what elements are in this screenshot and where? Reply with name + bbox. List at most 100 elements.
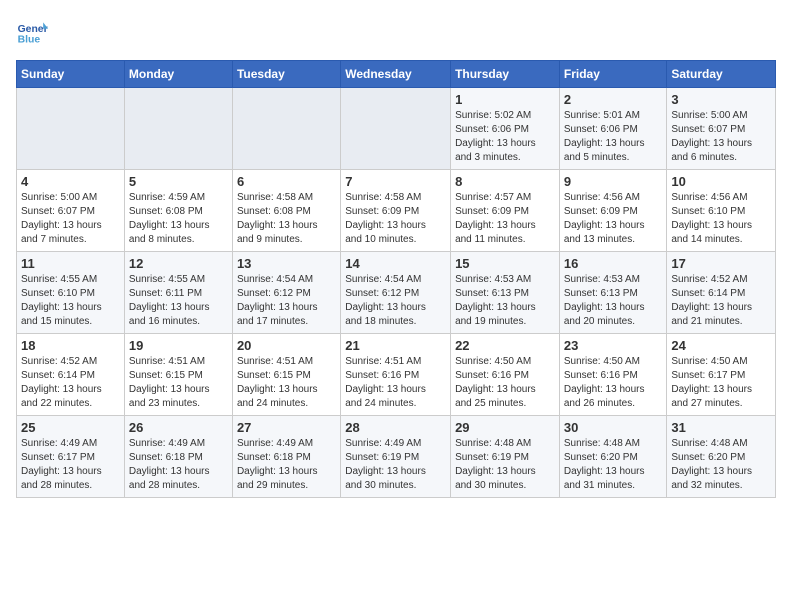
day-info: Sunrise: 5:00 AM Sunset: 6:07 PM Dayligh…: [671, 109, 771, 165]
day-cell: 31Sunrise: 4:48 AM Sunset: 6:20 PM Dayli…: [667, 416, 776, 498]
day-info: Sunrise: 5:00 AM Sunset: 6:07 PM Dayligh…: [21, 191, 120, 247]
day-cell: 10 Sunrise: 4:56 AM Sunset: 6:10 PM Dayli…: [667, 170, 776, 252]
day-info: Sunrise: 4:51 AM Sunset: 6:15 PM Dayligh…: [237, 355, 336, 411]
day-info: Sunrise: 4:56 AM Sunset: 6:09 PM Dayligh…: [564, 191, 663, 247]
day-cell: 24Sunrise: 4:50 AM Sunset: 6:17 PM Dayli…: [667, 334, 776, 416]
weekday-header-friday: Friday: [559, 61, 667, 88]
day-cell: [232, 88, 340, 170]
day-number: 6: [237, 174, 336, 189]
weekday-header-sunday: Sunday: [17, 61, 125, 88]
week-row-5: 25Sunrise: 4:49 AM Sunset: 6:17 PM Dayli…: [17, 416, 776, 498]
day-cell: 27 Sunrise: 4:49 AM Sunset: 6:18 PM Dayli…: [232, 416, 340, 498]
week-row-1: 1 Sunrise: 5:02 AM Sunset: 6:06 PM Daylig…: [17, 88, 776, 170]
day-cell: 21Sunrise: 4:51 AM Sunset: 6:16 PM Dayli…: [341, 334, 451, 416]
weekday-header-monday: Monday: [124, 61, 232, 88]
day-info: Sunrise: 4:49 AM Sunset: 6:18 PM Dayligh…: [129, 437, 228, 493]
day-cell: 14Sunrise: 4:54 AM Sunset: 6:12 PM Dayli…: [341, 252, 451, 334]
day-number: 8: [455, 174, 555, 189]
day-info: Sunrise: 4:53 AM Sunset: 6:13 PM Dayligh…: [455, 273, 555, 329]
day-number: 28: [345, 420, 446, 435]
day-info: Sunrise: 4:51 AM Sunset: 6:15 PM Dayligh…: [129, 355, 228, 411]
day-info: Sunrise: 4:55 AM Sunset: 6:10 PM Dayligh…: [21, 273, 120, 329]
day-cell: 23 Sunrise: 4:50 AM Sunset: 6:16 PM Dayli…: [559, 334, 667, 416]
day-cell: 8 Sunrise: 4:57 AM Sunset: 6:09 PM Daylig…: [451, 170, 560, 252]
day-number: 17: [671, 256, 771, 271]
day-info: Sunrise: 4:55 AM Sunset: 6:11 PM Dayligh…: [129, 273, 228, 329]
day-number: 15: [455, 256, 555, 271]
day-number: 5: [129, 174, 228, 189]
day-cell: 4 Sunrise: 5:00 AM Sunset: 6:07 PM Daylig…: [17, 170, 125, 252]
day-number: 3: [671, 92, 771, 107]
day-info: Sunrise: 4:48 AM Sunset: 6:20 PM Dayligh…: [564, 437, 663, 493]
day-info: Sunrise: 4:58 AM Sunset: 6:09 PM Dayligh…: [345, 191, 446, 247]
day-number: 21: [345, 338, 446, 353]
day-cell: 26Sunrise: 4:49 AM Sunset: 6:18 PM Dayli…: [124, 416, 232, 498]
day-cell: 3 Sunrise: 5:00 AM Sunset: 6:07 PM Daylig…: [667, 88, 776, 170]
day-cell: [341, 88, 451, 170]
day-number: 4: [21, 174, 120, 189]
day-cell: 12Sunrise: 4:55 AM Sunset: 6:11 PM Dayli…: [124, 252, 232, 334]
calendar-table: SundayMondayTuesdayWednesdayThursdayFrid…: [16, 60, 776, 498]
day-cell: 6 Sunrise: 4:58 AM Sunset: 6:08 PM Daylig…: [232, 170, 340, 252]
day-info: Sunrise: 5:02 AM Sunset: 6:06 PM Dayligh…: [455, 109, 555, 165]
logo-icon: General Blue: [16, 16, 48, 48]
day-number: 23: [564, 338, 663, 353]
day-number: 1: [455, 92, 555, 107]
day-cell: 25Sunrise: 4:49 AM Sunset: 6:17 PM Dayli…: [17, 416, 125, 498]
day-info: Sunrise: 4:52 AM Sunset: 6:14 PM Dayligh…: [21, 355, 120, 411]
day-info: Sunrise: 4:50 AM Sunset: 6:16 PM Dayligh…: [564, 355, 663, 411]
day-number: 29: [455, 420, 555, 435]
day-info: Sunrise: 4:50 AM Sunset: 6:17 PM Dayligh…: [671, 355, 771, 411]
day-cell: [124, 88, 232, 170]
day-cell: 28 Sunrise: 4:49 AM Sunset: 6:19 PM Dayli…: [341, 416, 451, 498]
day-info: Sunrise: 4:59 AM Sunset: 6:08 PM Dayligh…: [129, 191, 228, 247]
day-info: Sunrise: 4:58 AM Sunset: 6:08 PM Dayligh…: [237, 191, 336, 247]
day-info: Sunrise: 4:56 AM Sunset: 6:10 PM Dayligh…: [671, 191, 771, 247]
day-info: Sunrise: 4:54 AM Sunset: 6:12 PM Dayligh…: [237, 273, 336, 329]
day-cell: 11 Sunrise: 4:55 AM Sunset: 6:10 PM Dayli…: [17, 252, 125, 334]
day-info: Sunrise: 4:57 AM Sunset: 6:09 PM Dayligh…: [455, 191, 555, 247]
weekday-header-tuesday: Tuesday: [232, 61, 340, 88]
day-cell: 16 Sunrise: 4:53 AM Sunset: 6:13 PM Dayli…: [559, 252, 667, 334]
day-number: 27: [237, 420, 336, 435]
day-number: 25: [21, 420, 120, 435]
weekday-header-row: SundayMondayTuesdayWednesdayThursdayFrid…: [17, 61, 776, 88]
day-info: Sunrise: 4:53 AM Sunset: 6:13 PM Dayligh…: [564, 273, 663, 329]
day-cell: 15 Sunrise: 4:53 AM Sunset: 6:13 PM Dayli…: [451, 252, 560, 334]
day-number: 2: [564, 92, 663, 107]
day-cell: 2 Sunrise: 5:01 AM Sunset: 6:06 PM Daylig…: [559, 88, 667, 170]
day-number: 14: [345, 256, 446, 271]
day-info: Sunrise: 4:52 AM Sunset: 6:14 PM Dayligh…: [671, 273, 771, 329]
weekday-header-thursday: Thursday: [451, 61, 560, 88]
day-cell: 30 Sunrise: 4:48 AM Sunset: 6:20 PM Dayli…: [559, 416, 667, 498]
day-number: 22: [455, 338, 555, 353]
day-cell: 18 Sunrise: 4:52 AM Sunset: 6:14 PM Dayli…: [17, 334, 125, 416]
day-info: Sunrise: 5:01 AM Sunset: 6:06 PM Dayligh…: [564, 109, 663, 165]
day-number: 19: [129, 338, 228, 353]
day-number: 10: [671, 174, 771, 189]
day-number: 30: [564, 420, 663, 435]
day-number: 20: [237, 338, 336, 353]
logo: General Blue: [16, 16, 52, 48]
day-cell: 19 Sunrise: 4:51 AM Sunset: 6:15 PM Dayli…: [124, 334, 232, 416]
calendar-body: 1 Sunrise: 5:02 AM Sunset: 6:06 PM Daylig…: [17, 88, 776, 498]
svg-text:Blue: Blue: [18, 34, 41, 45]
day-info: Sunrise: 4:49 AM Sunset: 6:18 PM Dayligh…: [237, 437, 336, 493]
day-number: 16: [564, 256, 663, 271]
day-info: Sunrise: 4:48 AM Sunset: 6:19 PM Dayligh…: [455, 437, 555, 493]
day-number: 11: [21, 256, 120, 271]
day-cell: [17, 88, 125, 170]
day-cell: 13Sunrise: 4:54 AM Sunset: 6:12 PM Dayli…: [232, 252, 340, 334]
day-cell: 1 Sunrise: 5:02 AM Sunset: 6:06 PM Daylig…: [451, 88, 560, 170]
day-number: 18: [21, 338, 120, 353]
day-cell: 20 Sunrise: 4:51 AM Sunset: 6:15 PM Dayli…: [232, 334, 340, 416]
day-info: Sunrise: 4:49 AM Sunset: 6:19 PM Dayligh…: [345, 437, 446, 493]
day-cell: 9Sunrise: 4:56 AM Sunset: 6:09 PM Daylig…: [559, 170, 667, 252]
page-header: General Blue: [16, 16, 776, 48]
weekday-header-wednesday: Wednesday: [341, 61, 451, 88]
weekday-header-saturday: Saturday: [667, 61, 776, 88]
week-row-3: 11 Sunrise: 4:55 AM Sunset: 6:10 PM Dayli…: [17, 252, 776, 334]
day-cell: 22Sunrise: 4:50 AM Sunset: 6:16 PM Dayli…: [451, 334, 560, 416]
day-info: Sunrise: 4:48 AM Sunset: 6:20 PM Dayligh…: [671, 437, 771, 493]
day-cell: 5 Sunrise: 4:59 AM Sunset: 6:08 PM Daylig…: [124, 170, 232, 252]
